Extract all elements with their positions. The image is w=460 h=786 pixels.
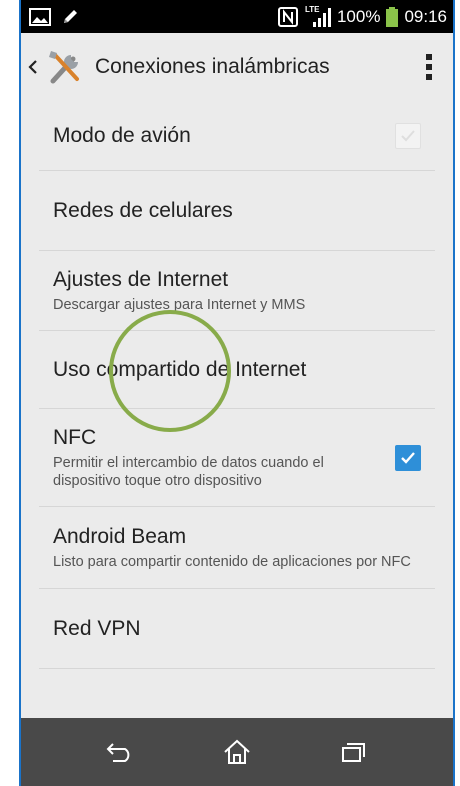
- tools-icon[interactable]: [43, 45, 87, 89]
- status-time: 09:16: [404, 6, 447, 26]
- setting-title: Ajustes de Internet: [53, 267, 229, 291]
- navigation-bar: [21, 718, 453, 786]
- status-bar: LTE 100% 09:16: [21, 0, 453, 33]
- setting-title: Android Beam: [53, 524, 187, 548]
- setting-title: Red VPN: [53, 616, 141, 640]
- setting-internet-settings[interactable]: Ajustes de Internet Descargar ajustes pa…: [39, 251, 435, 331]
- battery-percent: 100%: [336, 6, 381, 26]
- home-icon[interactable]: [207, 727, 267, 777]
- setting-title: NFC: [53, 425, 97, 449]
- setting-mobile-networks[interactable]: Redes de celulares: [39, 171, 435, 251]
- image-icon: [29, 7, 51, 26]
- setting-summary: Permitir el intercambio de datos cuando …: [53, 454, 324, 489]
- action-bar: Conexiones inalámbricas: [21, 33, 453, 101]
- back-icon[interactable]: [90, 727, 150, 777]
- settings-list: Modo de avión Redes de celulares Ajustes…: [21, 101, 453, 669]
- setting-nfc[interactable]: NFC Permitir el intercambio de datos cua…: [39, 409, 435, 507]
- setting-title: Redes de celulares: [53, 198, 233, 222]
- setting-summary: Listo para compartir contenido de aplica…: [53, 553, 411, 570]
- chevron-left-icon[interactable]: [23, 59, 43, 75]
- setting-summary: Descargar ajustes para Internet y MMS: [53, 296, 306, 313]
- recents-icon[interactable]: [324, 727, 384, 777]
- page-title: Conexiones inalámbricas: [95, 55, 330, 78]
- setting-tethering[interactable]: Uso compartido de Internet: [39, 331, 435, 409]
- phone-screen: LTE 100% 09:16 Conexiones inalámbricas M…: [19, 0, 455, 786]
- battery-icon: [386, 6, 399, 27]
- overflow-menu-icon[interactable]: [411, 45, 447, 89]
- signal-icon: LTE: [304, 4, 331, 28]
- nfc-checkbox[interactable]: [395, 444, 421, 471]
- setting-title: Uso compartido de Internet: [53, 357, 307, 381]
- setting-title: Modo de avión: [53, 123, 191, 147]
- setting-airplane-mode[interactable]: Modo de avión: [39, 101, 435, 171]
- network-type-label: LTE: [304, 4, 320, 14]
- airplane-mode-checkbox[interactable]: [395, 122, 421, 149]
- setting-android-beam[interactable]: Android Beam Listo para compartir conten…: [39, 507, 435, 589]
- nfc-icon: [277, 6, 299, 28]
- setting-vpn[interactable]: Red VPN: [39, 589, 435, 669]
- pencil-icon: [61, 8, 79, 26]
